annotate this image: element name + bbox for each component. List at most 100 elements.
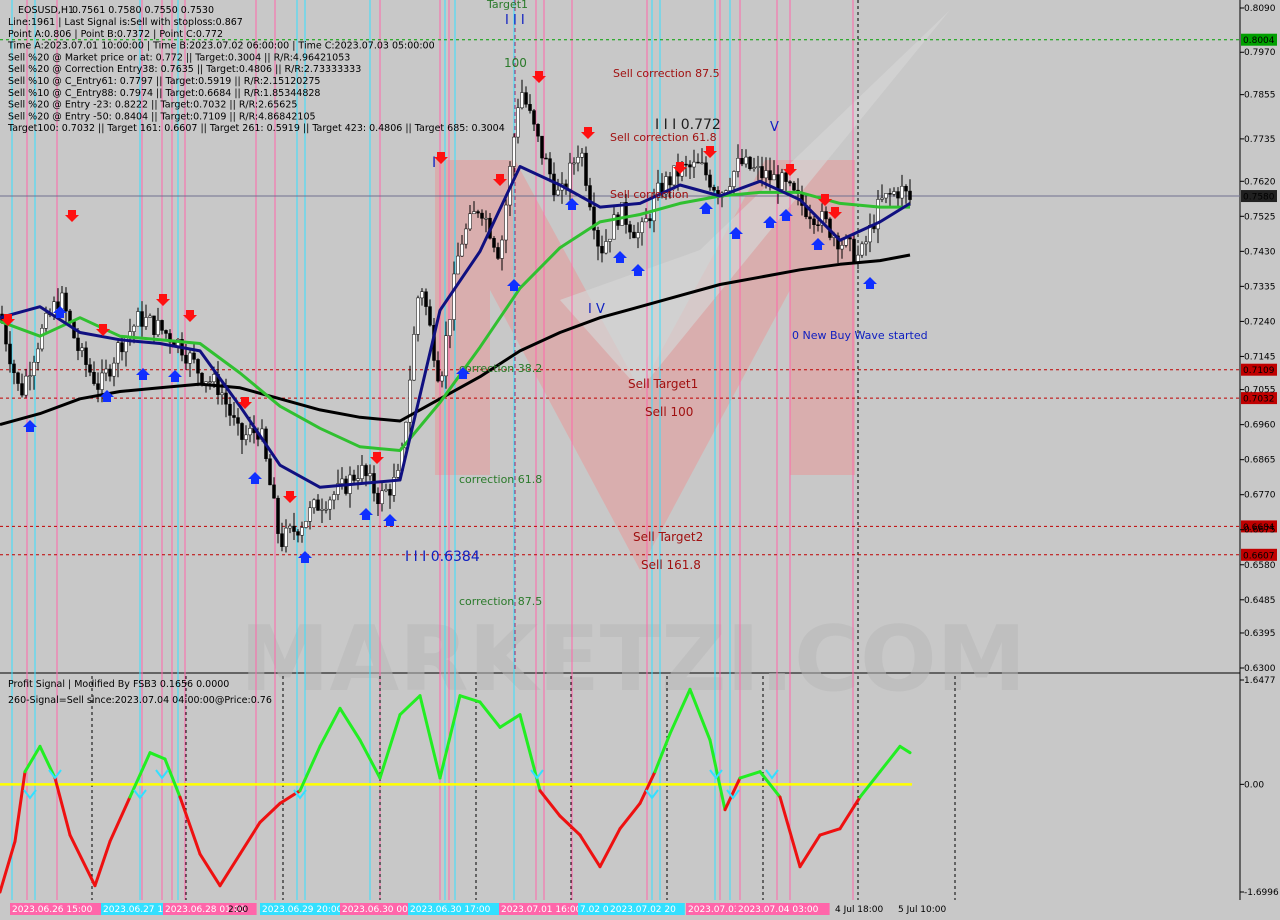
candle-body — [108, 368, 112, 377]
candle-body — [328, 499, 332, 510]
chart-annotation: I V — [588, 302, 605, 317]
candle-body — [356, 478, 360, 481]
candle-body — [420, 291, 424, 299]
osc-y-tick-label: 1.6477 — [1244, 676, 1276, 686]
candle-body — [144, 317, 148, 327]
candle-body — [364, 465, 368, 477]
info-line: Sell %20 @ Market price or at: 0.772 || … — [8, 52, 350, 63]
time-label: 2023.06.30 17:00 — [410, 905, 491, 915]
chart-annotation: Sell Target1 — [628, 377, 698, 391]
candle-body — [788, 181, 792, 184]
time-label: 2023.06.30 00 — [342, 905, 408, 915]
symbol-title: EOSUSD,H1 — [18, 5, 74, 16]
candle-body — [556, 189, 560, 196]
candle-body — [908, 190, 912, 200]
chart-annotation: I I I — [505, 13, 525, 28]
candle-body — [812, 218, 816, 225]
candle-body — [568, 162, 572, 190]
time-label: 4 Jul 18:00 — [835, 905, 884, 915]
candle-body — [524, 92, 528, 105]
candle-body — [448, 319, 452, 336]
chart-annotation: Sell Target2 — [633, 530, 703, 544]
candle-body — [240, 423, 244, 440]
candle-body — [712, 186, 716, 191]
candle-body — [900, 186, 904, 199]
info-line: Sell %20 @ Entry -23: 0.8222 || Target:0… — [8, 100, 297, 111]
candle-body — [888, 193, 892, 195]
y-tick-label: 0.6300 — [1244, 664, 1276, 674]
candle-body — [464, 228, 468, 245]
candle-body — [548, 158, 552, 175]
candle-body — [896, 191, 900, 199]
candle-body — [184, 354, 188, 364]
y-tick-label: 0.7855 — [1244, 91, 1276, 101]
candle-body — [36, 348, 40, 363]
candle-body — [304, 521, 308, 528]
candle-body — [632, 231, 636, 239]
candle-body — [132, 325, 136, 332]
candle-body — [756, 166, 760, 168]
candle-body — [116, 342, 120, 364]
candle-body — [704, 162, 708, 176]
candle-body — [24, 375, 28, 396]
candle-body — [540, 135, 544, 159]
time-label: 5 Jul 10:00 — [898, 905, 947, 915]
osc-y-tick-label: -1.6996 — [1244, 888, 1279, 898]
candle-body — [76, 337, 80, 351]
candle-body — [608, 238, 612, 242]
candle-body — [64, 292, 68, 312]
candle-body — [4, 322, 8, 345]
candle-body — [744, 156, 748, 165]
candle-body — [628, 224, 632, 233]
info-line: Sell %20 @ Correction Entry38: 0.7635 ||… — [8, 64, 361, 75]
candle-body — [644, 218, 648, 223]
candle-body — [152, 315, 156, 335]
y-tick-label: 0.6960 — [1244, 421, 1276, 431]
candle-body — [88, 364, 92, 373]
candle-body — [532, 110, 536, 125]
candle-body — [44, 312, 48, 329]
candle-body — [112, 362, 116, 377]
candle-body — [688, 164, 692, 168]
candle-body — [696, 161, 700, 164]
candle-body — [460, 243, 464, 257]
candle-body — [120, 342, 124, 353]
time-label: 2023.06.29 20:00 — [262, 905, 343, 915]
price-label: 0.7580 — [1243, 193, 1275, 203]
candle-body — [68, 310, 72, 322]
y-tick-label: 0.7735 — [1244, 135, 1276, 145]
candle-body — [424, 291, 428, 307]
candle-body — [452, 273, 456, 320]
candle-body — [284, 527, 288, 547]
candle-body — [640, 221, 644, 233]
candle-body — [60, 292, 64, 310]
candle-body — [96, 383, 100, 390]
candle-body — [636, 232, 640, 239]
candle-body — [140, 311, 144, 327]
candle-body — [808, 216, 812, 220]
candle-body — [224, 392, 228, 405]
candle-body — [368, 473, 372, 477]
candle-body — [324, 508, 328, 511]
y-tick-label: 0.7335 — [1244, 282, 1276, 292]
candle-body — [472, 211, 476, 215]
candle-body — [316, 499, 320, 511]
candle-body — [436, 360, 440, 382]
candle-body — [248, 428, 252, 436]
time-axis: 2023.06.26 15:00 2023.06.27 12:002023.06.… — [0, 900, 1240, 920]
candle-body — [104, 368, 108, 374]
candle-body — [904, 186, 908, 192]
candle-body — [308, 507, 312, 522]
candle-body — [40, 328, 44, 350]
candle-body — [880, 197, 884, 200]
info-line: Sell %10 @ C_Entry88: 0.7974 || Target:0… — [8, 88, 320, 99]
candle-body — [536, 124, 540, 137]
candle-body — [136, 311, 140, 327]
candle-body — [740, 158, 744, 165]
time-label: 2023.07.02 20 — [610, 905, 676, 915]
candle-body — [784, 172, 788, 182]
time-label: 2023.07.01 16:00 — [501, 905, 582, 915]
candle-body — [212, 374, 216, 382]
y-tick-label: 0.7145 — [1244, 352, 1276, 362]
candle-body — [728, 186, 732, 191]
